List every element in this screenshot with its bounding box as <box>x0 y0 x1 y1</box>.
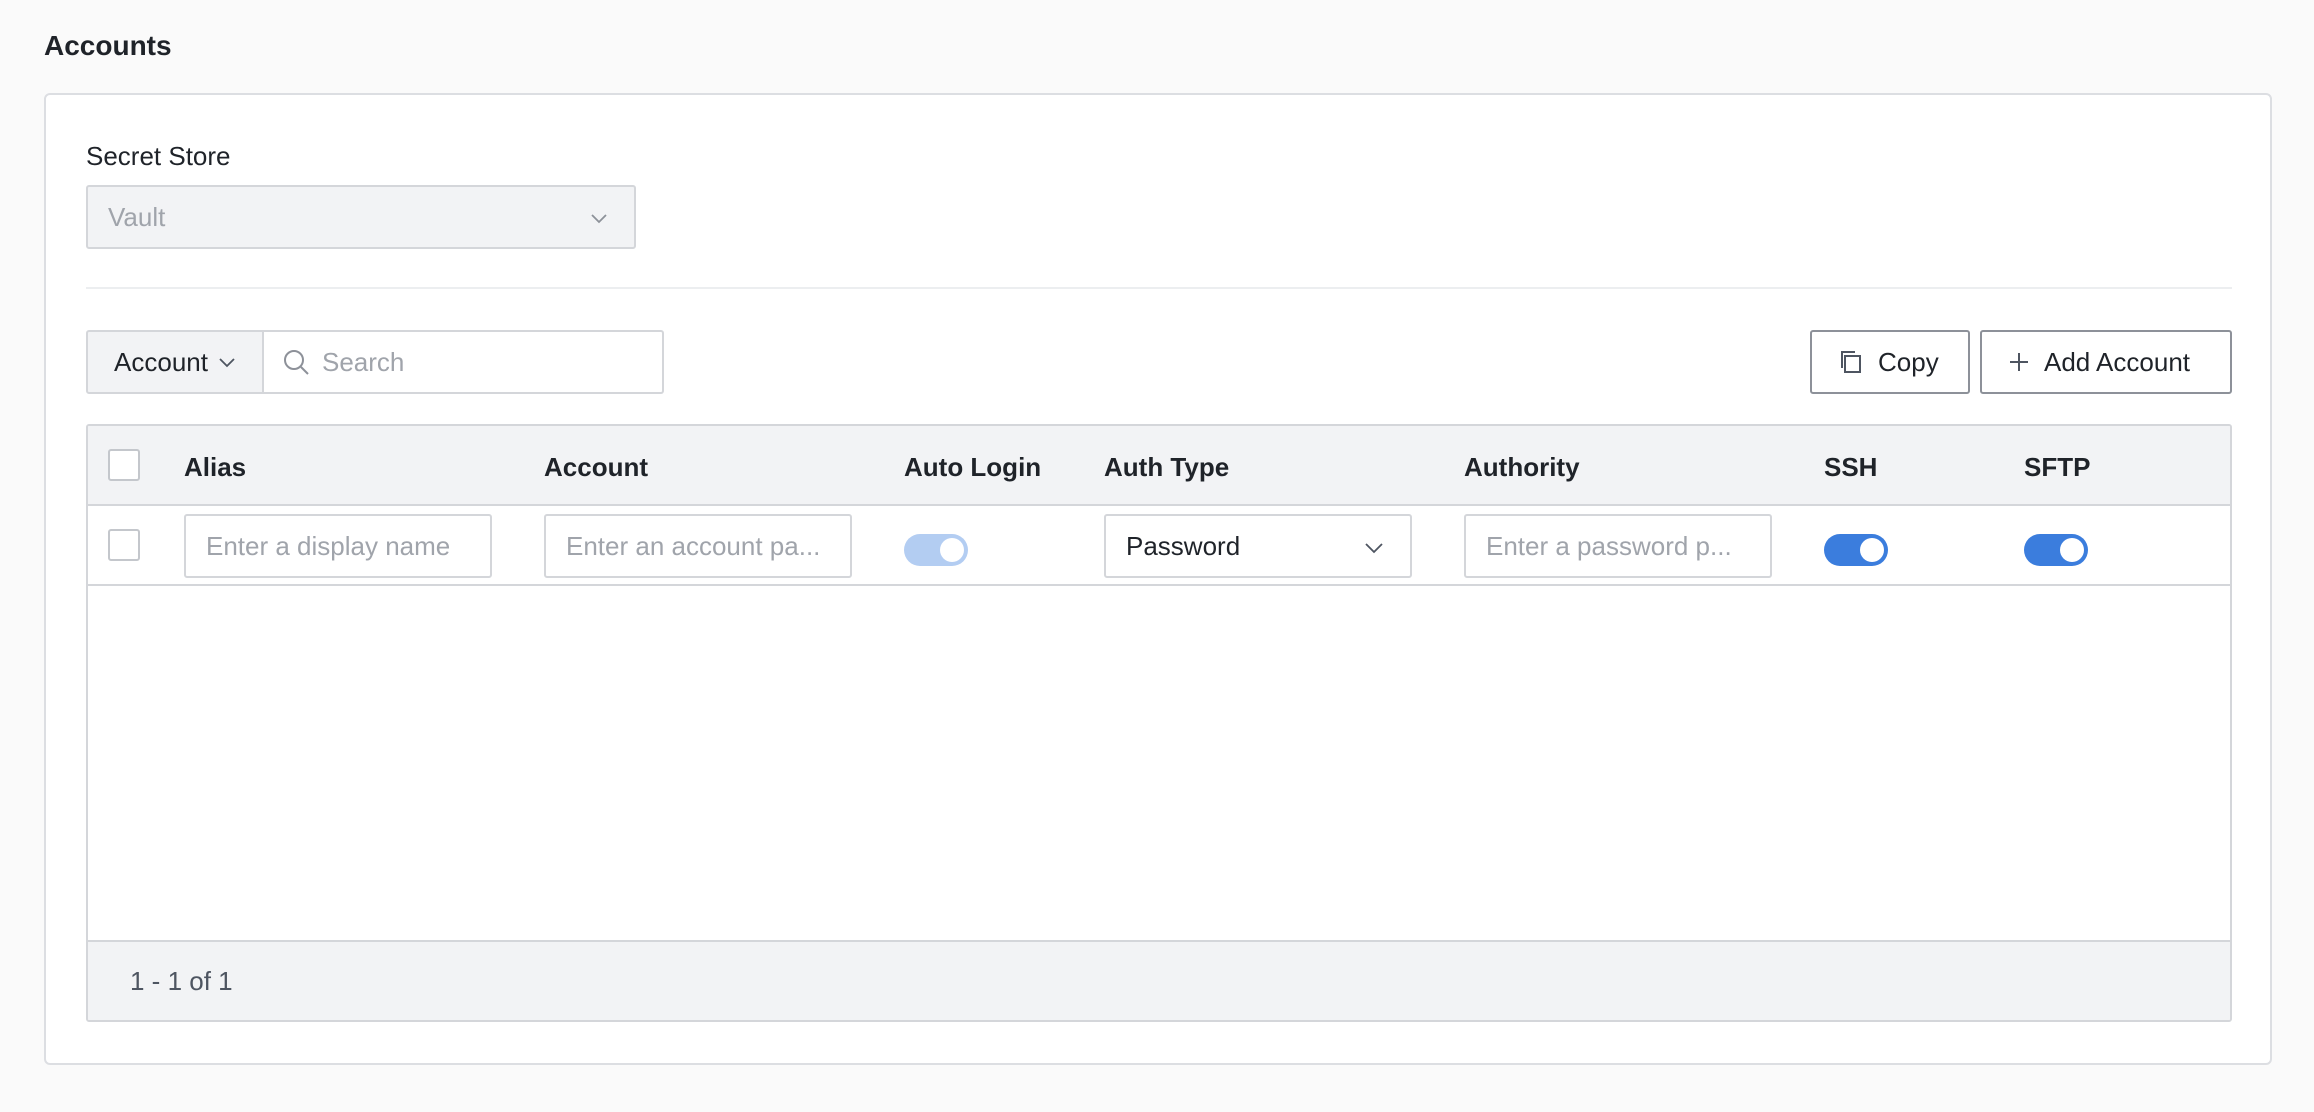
plus-icon <box>2010 353 2028 371</box>
copy-icon <box>1841 351 1861 373</box>
toggle-knob <box>1860 538 1884 562</box>
search-icon <box>284 350 309 375</box>
column-header-sftp: SFTP <box>2024 452 2091 482</box>
section-title: Accounts <box>44 30 172 61</box>
auto-login-toggle <box>904 534 968 566</box>
copy-button[interactable]: Copy <box>1810 330 1970 394</box>
column-header-alias: Alias <box>184 452 247 482</box>
account-input[interactable] <box>544 514 852 578</box>
column-header-auto-login: Auto Login <box>904 452 1042 482</box>
accounts-table: Alias Account Auto Login Auth Type Autho… <box>86 424 2232 1022</box>
chevron-down-icon <box>219 358 235 368</box>
search-group: Account <box>86 330 664 394</box>
select-all-checkbox[interactable] <box>108 449 140 481</box>
search-input[interactable] <box>322 346 642 378</box>
auth-type-value: Password <box>1126 530 1241 561</box>
sftp-toggle[interactable] <box>2024 534 2088 566</box>
divider <box>86 287 2232 289</box>
ssh-toggle[interactable] <box>1824 534 1888 566</box>
add-account-button-label: Add Account <box>2044 346 2190 377</box>
toggle-knob <box>2060 538 2084 562</box>
table-row: Password <box>88 506 2230 586</box>
search-filter-select[interactable]: Account <box>86 330 264 394</box>
row-checkbox[interactable] <box>108 529 140 561</box>
chevron-down-icon <box>591 214 607 224</box>
column-header-auth-type: Auth Type <box>1104 452 1230 482</box>
copy-button-label: Copy <box>1878 346 1939 377</box>
column-header-account: Account <box>544 452 648 482</box>
alias-input[interactable] <box>184 514 492 578</box>
search-filter-value: Account <box>114 346 208 377</box>
column-header-authority: Authority <box>1464 452 1580 482</box>
auth-type-select[interactable]: Password <box>1104 514 1412 578</box>
secret-store-label: Secret Store <box>86 141 231 171</box>
table-footer: 1 - 1 of 1 <box>88 940 2230 1020</box>
table-header: Alias Account Auto Login Auth Type Autho… <box>88 426 2230 506</box>
secret-store-select[interactable]: Vault <box>86 185 636 249</box>
chevron-down-icon <box>1365 543 1383 554</box>
search-box <box>264 330 664 394</box>
column-header-ssh: SSH <box>1824 452 1878 482</box>
authority-input[interactable] <box>1464 514 1772 578</box>
pagination-info: 1 - 1 of 1 <box>130 965 233 996</box>
accounts-card: Secret Store Vault Account Copy <box>44 93 2272 1065</box>
toggle-knob <box>940 538 964 562</box>
add-account-button[interactable]: Add Account <box>1980 330 2232 394</box>
secret-store-value: Vault <box>108 201 166 232</box>
